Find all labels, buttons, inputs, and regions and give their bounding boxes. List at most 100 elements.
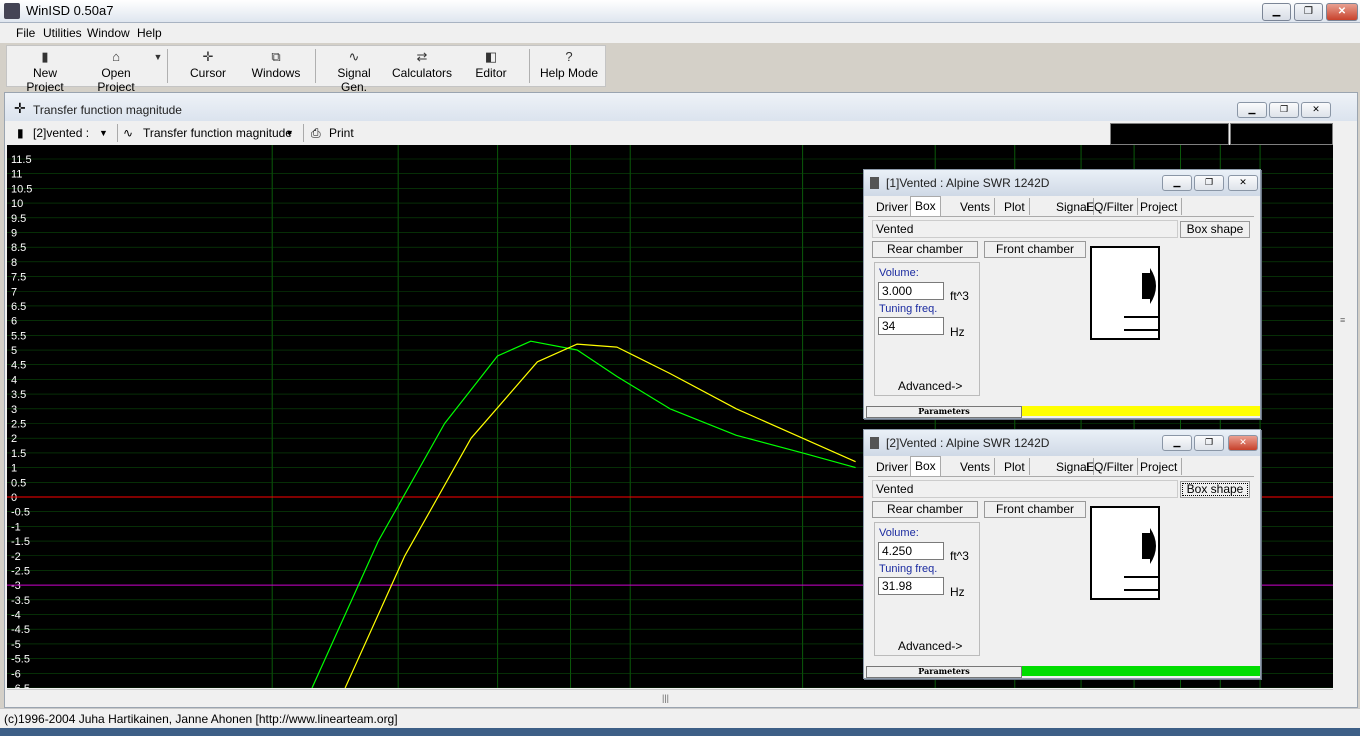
- help-mode-icon: ?: [565, 49, 573, 64]
- chevron-down-icon: ▼: [153, 52, 163, 62]
- advanced-link[interactable]: Advanced->: [898, 639, 962, 653]
- box-window-title: [1]Vented : Alpine SWR 1242D: [886, 176, 1050, 190]
- close-button[interactable]: ✕: [1326, 3, 1358, 21]
- y-tick-label: 4.5: [11, 360, 26, 372]
- tab-box[interactable]: Box: [910, 196, 941, 216]
- child-title-bar: ✛ Transfer function magnitude ▁ ❐ ✕: [5, 93, 1357, 121]
- y-tick-label: -3: [11, 580, 21, 592]
- y-tick-label: 3.5: [11, 389, 26, 401]
- tuning-input[interactable]: 31.98: [878, 577, 944, 595]
- box-close-button[interactable]: ✕: [1228, 435, 1258, 451]
- toolbar-separator: [167, 49, 168, 83]
- y-tick-label: 0.5: [11, 477, 26, 489]
- child-minimize-button[interactable]: ▁: [1237, 102, 1267, 118]
- tab-box[interactable]: Box: [910, 456, 941, 476]
- tab-plot[interactable]: Plot: [1000, 458, 1030, 475]
- y-tick-label: 7: [11, 286, 17, 298]
- print-button[interactable]: Print: [329, 126, 354, 140]
- tuning-label: Tuning freq.: [879, 563, 938, 575]
- volume-label: Volume:: [879, 267, 919, 279]
- child-restore-button[interactable]: ❐: [1269, 102, 1299, 118]
- tab-eq-filter[interactable]: EQ/Filter: [1082, 198, 1139, 215]
- box-tabs: Driver Box Vents Plot Signal EQ/Filter P…: [868, 196, 1254, 217]
- menu-help[interactable]: Help: [137, 26, 162, 40]
- box-restore-button[interactable]: ❐: [1194, 175, 1224, 191]
- vertical-scrollbar[interactable]: ≡: [1336, 145, 1353, 688]
- tab-plot[interactable]: Plot: [1000, 198, 1030, 215]
- box-tabs: Driver Box Vents Plot Signal EQ/Filter P…: [868, 456, 1254, 477]
- calculators-button[interactable]: ⇄ Calculators: [389, 48, 455, 84]
- title-bar: WinISD 0.50a7 ▁ ❐ ✕: [0, 0, 1360, 23]
- box-window-title: [2]Vented : Alpine SWR 1242D: [886, 436, 1050, 450]
- new-project-button[interactable]: ▮ New Project: [13, 48, 77, 94]
- y-tick-label: 8.5: [11, 242, 26, 254]
- volume-unit: ft^3: [950, 289, 969, 303]
- y-tick-label: 10: [11, 198, 23, 210]
- box-window-title-bar: [1]Vented : Alpine SWR 1242D ▁ ❐ ✕: [864, 170, 1260, 196]
- minimize-button[interactable]: ▁: [1262, 3, 1291, 21]
- menu-file[interactable]: File: [16, 26, 35, 40]
- project-select[interactable]: [2]vented :: [33, 126, 89, 140]
- app-title: WinISD 0.50a7: [26, 3, 114, 18]
- front-chamber-button[interactable]: Front chamber: [984, 241, 1086, 258]
- printer-icon: ⎙: [311, 126, 321, 140]
- y-tick-label: -5: [11, 639, 21, 651]
- help-mode-button[interactable]: ? Help Mode: [537, 48, 601, 84]
- tab-eq-filter[interactable]: EQ/Filter: [1082, 458, 1139, 475]
- y-tick-label: 7.5: [11, 272, 26, 284]
- tab-project[interactable]: Project: [1136, 198, 1183, 215]
- chevron-down-icon[interactable]: ▼: [99, 128, 108, 138]
- parameters-label[interactable]: Parameters: [866, 406, 1022, 418]
- tab-project[interactable]: Project: [1136, 458, 1183, 475]
- tab-driver[interactable]: Driver: [872, 458, 913, 475]
- editor-button[interactable]: ◧ Editor: [463, 48, 519, 84]
- box-minimize-button[interactable]: ▁: [1162, 435, 1192, 451]
- main-toolbar: ▮ New Project ⌂ Open Project ▼ ✛ Cursor ⧉ Wi…: [6, 45, 606, 94]
- tab-vents[interactable]: Vents: [956, 458, 996, 475]
- box-type-field[interactable]: Vented: [872, 220, 1178, 238]
- readout-box-1: [1110, 123, 1229, 145]
- box-type-field[interactable]: Vented: [872, 480, 1178, 498]
- box-diagram-svg: [1124, 528, 1158, 591]
- y-tick-label: 4: [11, 374, 17, 386]
- y-tick-label: -2.5: [11, 565, 30, 577]
- tab-driver[interactable]: Driver: [872, 198, 913, 215]
- chevron-down-icon[interactable]: ▼: [285, 128, 294, 138]
- parameters-label[interactable]: Parameters: [866, 666, 1022, 678]
- toolbar-separator: [303, 124, 304, 142]
- menu-utilities[interactable]: Utilities: [43, 26, 82, 40]
- maximize-button[interactable]: ❐: [1294, 3, 1323, 21]
- child-close-button[interactable]: ✕: [1301, 102, 1331, 118]
- menu-bar: File Utilities Window Help: [0, 23, 1360, 43]
- graph-select[interactable]: Transfer function magnitude: [143, 126, 292, 140]
- box-window-2: [2]Vented : Alpine SWR 1242D ▁ ❐ ✕ Drive…: [863, 429, 1261, 679]
- volume-input[interactable]: 3.000: [878, 282, 944, 300]
- rear-chamber-button[interactable]: Rear chamber: [872, 501, 978, 518]
- open-project-dropdown[interactable]: ▼: [151, 48, 165, 84]
- y-tick-label: 5: [11, 345, 17, 357]
- horizontal-scrollbar[interactable]: |||: [7, 689, 1333, 706]
- box-minimize-button[interactable]: ▁: [1162, 175, 1192, 191]
- signal-gen-button[interactable]: ∿ Signal Gen.: [323, 48, 385, 94]
- y-tick-label: 8: [11, 257, 17, 269]
- advanced-link[interactable]: Advanced->: [898, 379, 962, 393]
- rear-chamber-button[interactable]: Rear chamber: [872, 241, 978, 258]
- menu-window[interactable]: Window: [87, 26, 130, 40]
- box-shape-button[interactable]: Box shape: [1180, 481, 1250, 498]
- tuning-unit: Hz: [950, 585, 965, 599]
- speaker-icon: [870, 177, 879, 189]
- volume-input[interactable]: 4.250: [878, 542, 944, 560]
- windows-button[interactable]: ⧉ Windows: [243, 48, 309, 84]
- tuning-input[interactable]: 34: [878, 317, 944, 335]
- box-restore-button[interactable]: ❐: [1194, 435, 1224, 451]
- front-chamber-button[interactable]: Front chamber: [984, 501, 1086, 518]
- y-tick-label: 6.5: [11, 301, 26, 313]
- child-title: Transfer function magnitude: [33, 103, 182, 117]
- cursor-button[interactable]: ✛ Cursor: [175, 48, 241, 84]
- y-tick-label: -2: [11, 551, 21, 563]
- box-close-button[interactable]: ✕: [1228, 175, 1258, 191]
- tab-vents[interactable]: Vents: [956, 198, 996, 215]
- open-project-button[interactable]: ⌂ Open Project: [81, 48, 151, 94]
- box-shape-button[interactable]: Box shape: [1180, 221, 1250, 238]
- y-tick-label: 9.5: [11, 213, 26, 225]
